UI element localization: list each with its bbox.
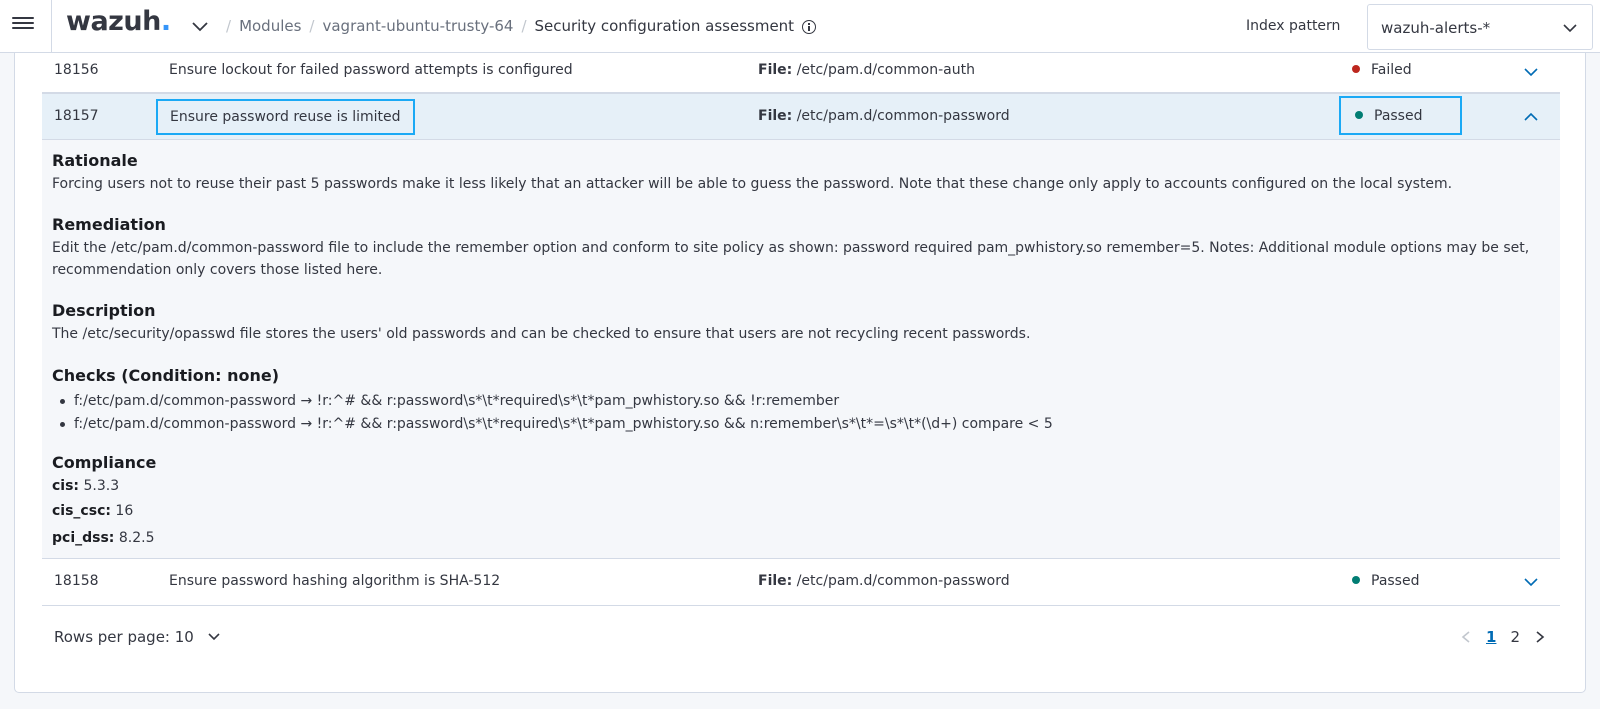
check-id: 18156 [54, 62, 99, 78]
check-title: Ensure password hashing algorithm is SHA… [169, 573, 501, 589]
check-id: 18157 [54, 108, 99, 124]
check-file: File: /etc/pam.d/common-auth [758, 62, 975, 78]
compliance-item: cis_csc: 16 [52, 503, 134, 519]
collapse-chevron-up-icon[interactable] [1522, 108, 1540, 126]
rationale-heading: Rationale [52, 151, 138, 170]
check-title: Ensure password reuse is limited [156, 99, 415, 135]
top-navigation-bar: wazuh. / Modules / vagrant-ubuntu-trusty… [0, 0, 1600, 53]
compliance-item: pci_dss: 8.2.5 [52, 530, 155, 546]
check-details: Rationale Forcing users not to reuse the… [42, 140, 1560, 559]
check-rule-item: f:/etc/pam.d/common-password → !r:^# && … [52, 390, 1053, 413]
next-page-icon[interactable] [1534, 630, 1546, 644]
chevron-down-icon [1563, 24, 1577, 33]
expand-chevron-down-icon[interactable] [1522, 63, 1540, 81]
rows-per-page-select[interactable]: Rows per page: 10 [54, 628, 221, 646]
page-1-link[interactable]: 1 [1486, 628, 1496, 646]
info-icon[interactable] [802, 20, 817, 34]
breadcrumb-modules[interactable]: Modules [239, 17, 301, 35]
status-dot-passed [1355, 111, 1363, 119]
table-row-expanded[interactable]: 18157 Ensure password reuse is limited F… [42, 93, 1560, 140]
chevron-down-icon[interactable] [190, 16, 210, 36]
table-row[interactable]: 18156 Ensure lockout for failed password… [42, 53, 1560, 93]
check-id: 18158 [54, 573, 99, 589]
index-pattern-value: wazuh-alerts-* [1381, 19, 1491, 37]
remediation-text: Edit the /etc/pam.d/common-password file… [52, 240, 1530, 278]
status-dot-failed [1352, 65, 1360, 73]
prev-page-icon[interactable] [1460, 630, 1472, 644]
menu-icon[interactable] [12, 14, 34, 36]
check-file: File: /etc/pam.d/common-password [758, 573, 1010, 589]
index-pattern-select[interactable]: wazuh-alerts-* [1367, 4, 1593, 50]
breadcrumb-current-page: Security configuration assessment [534, 17, 795, 35]
check-result: Passed [1352, 573, 1419, 589]
pagination: 1 2 [1453, 628, 1553, 646]
check-file: File: /etc/pam.d/common-password [758, 108, 1010, 124]
check-result: Failed [1352, 62, 1412, 78]
compliance-heading: Compliance [52, 453, 157, 472]
breadcrumb: / Modules / vagrant-ubuntu-trusty-64 / S… [218, 17, 817, 35]
breadcrumb-agent[interactable]: vagrant-ubuntu-trusty-64 [322, 17, 513, 35]
description-heading: Description [52, 301, 156, 320]
checks-heading: Checks (Condition: none) [52, 366, 279, 385]
table-row[interactable]: 18158 Ensure password hashing algorithm … [42, 559, 1560, 606]
check-title: Ensure lockout for failed password attem… [169, 62, 573, 78]
page-2-link[interactable]: 2 [1510, 628, 1520, 646]
expand-chevron-down-icon[interactable] [1522, 573, 1540, 591]
chevron-down-icon [208, 633, 220, 641]
checks-list: f:/etc/pam.d/common-password → !r:^# && … [52, 390, 1053, 436]
remediation-heading: Remediation [52, 215, 166, 234]
check-rule-item: f:/etc/pam.d/common-password → !r:^# && … [52, 413, 1053, 436]
description-text: The /etc/security/opasswd file stores th… [52, 326, 1031, 342]
wazuh-logo[interactable]: wazuh. [66, 6, 171, 37]
status-dot-passed [1352, 576, 1360, 584]
rationale-text: Forcing users not to reuse their past 5 … [52, 176, 1453, 192]
index-pattern-label: Index pattern [1246, 18, 1341, 34]
compliance-item: cis: 5.3.3 [52, 478, 120, 494]
header-divider [51, 0, 52, 53]
check-result: Passed [1339, 96, 1463, 135]
